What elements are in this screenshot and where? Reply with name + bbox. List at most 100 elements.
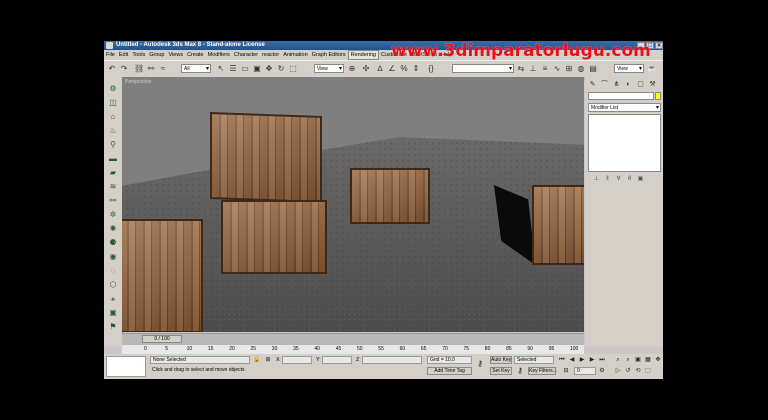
- motion-icon[interactable]: ◐: [623, 80, 634, 89]
- menu-file[interactable]: File: [104, 50, 117, 60]
- undo-icon[interactable]: ↶: [107, 64, 117, 74]
- select-by-name-icon[interactable]: ☰: [228, 64, 238, 74]
- plane-icon[interactable]: ▰: [107, 167, 119, 178]
- menu-reactor[interactable]: reactor: [260, 50, 281, 60]
- rectangle-selection-icon[interactable]: ▭: [240, 64, 250, 74]
- z-coordinate-field[interactable]: [362, 356, 422, 364]
- key-mode-toggle-icon[interactable]: ⊟: [562, 367, 570, 375]
- add-time-tag-button[interactable]: Add Time Tag: [427, 367, 472, 375]
- pivot-center-icon[interactable]: ⊕: [347, 64, 357, 74]
- close-button[interactable]: ×: [655, 42, 663, 49]
- crate-foreground[interactable]: [122, 219, 203, 332]
- mirror-icon[interactable]: ⇆: [516, 64, 526, 74]
- soft-body-icon[interactable]: ♨: [107, 125, 119, 136]
- reactor-icon[interactable]: ⚙: [107, 83, 119, 94]
- key-filters-button[interactable]: Key Filters...: [528, 367, 557, 375]
- select-object-icon[interactable]: ↖: [216, 64, 226, 74]
- constraint-icon[interactable]: ⬡: [107, 279, 119, 290]
- align-icon[interactable]: ⊥: [528, 64, 538, 74]
- maxscript-listener[interactable]: [106, 356, 146, 377]
- curve-editor-icon[interactable]: ∿: [552, 64, 562, 74]
- menu-graph-editors[interactable]: Graph Editors: [310, 50, 348, 60]
- create-icon[interactable]: ✎: [587, 80, 598, 89]
- unlink-icon[interactable]: ⚯: [146, 64, 156, 74]
- render-view-dropdown[interactable]: View: [614, 64, 644, 74]
- menu-group[interactable]: Group: [147, 50, 166, 60]
- cloth-icon[interactable]: ⌂: [107, 111, 119, 122]
- hierarchy-icon[interactable]: ⋔: [611, 80, 622, 89]
- perspective-viewport[interactable]: Perspective: [122, 77, 584, 332]
- redo-icon[interactable]: ↷: [119, 64, 129, 74]
- reference-coordinate-dropdown[interactable]: View: [314, 64, 344, 74]
- window-crossing-icon[interactable]: ▣: [252, 64, 262, 74]
- schematic-view-icon[interactable]: ⊞: [564, 64, 574, 74]
- orbit-subobject-icon[interactable]: ⟲: [634, 367, 642, 375]
- zoom-icon[interactable]: ⌕: [614, 356, 622, 364]
- time-slider[interactable]: 0 / 100: [122, 333, 584, 345]
- previous-frame-icon[interactable]: ◀: [568, 356, 576, 364]
- snap-toggle-icon[interactable]: ∆: [375, 64, 385, 74]
- wind-icon[interactable]: ✺: [107, 223, 119, 234]
- water-icon[interactable]: ◌: [107, 265, 119, 276]
- key-mode-icon[interactable]: ⚷: [476, 360, 484, 368]
- preview-animation-icon[interactable]: ▣: [107, 307, 119, 318]
- display-icon[interactable]: ▢: [635, 80, 646, 89]
- zoom-extents-icon[interactable]: ▣: [634, 356, 642, 364]
- select-and-scale-icon[interactable]: ⬚: [288, 64, 298, 74]
- menu-edit[interactable]: Edit: [117, 50, 130, 60]
- crate-top-left[interactable]: [210, 112, 322, 203]
- angle-snap-icon[interactable]: ∠: [387, 64, 397, 74]
- rope-icon[interactable]: ⚲: [107, 139, 119, 150]
- arc-rotate-icon[interactable]: ↺: [624, 367, 632, 375]
- configure-sets-icon[interactable]: ▣: [635, 175, 646, 183]
- pan-icon[interactable]: ✥: [654, 356, 662, 364]
- selection-filter-dropdown[interactable]: All: [181, 64, 211, 74]
- x-coordinate-field[interactable]: [282, 356, 312, 364]
- make-unique-icon[interactable]: ∀: [613, 175, 624, 183]
- motor-icon[interactable]: ✲: [107, 209, 119, 220]
- pin-stack-icon[interactable]: ⊥: [591, 175, 602, 183]
- toy-car-icon[interactable]: ⚈: [107, 237, 119, 248]
- y-coordinate-field[interactable]: [322, 356, 352, 364]
- analyze-icon[interactable]: ⚑: [107, 321, 119, 332]
- object-color-swatch[interactable]: [655, 92, 661, 100]
- rigid-body-icon[interactable]: ◫: [107, 97, 119, 108]
- current-frame-field[interactable]: 0: [574, 367, 596, 375]
- select-and-rotate-icon[interactable]: ↻: [276, 64, 286, 74]
- modifier-list-dropdown[interactable]: Modifier List: [588, 103, 661, 112]
- render-scene-icon[interactable]: ▤: [588, 64, 598, 74]
- spring-icon[interactable]: ≋: [107, 181, 119, 192]
- menu-modifiers[interactable]: Modifiers: [206, 50, 232, 60]
- zoom-all-icon[interactable]: ⌕: [624, 356, 632, 364]
- select-manipulate-icon[interactable]: ✣: [361, 64, 371, 74]
- bind-space-warp-icon[interactable]: ≈: [158, 64, 168, 74]
- modify-icon[interactable]: ⌒: [599, 80, 610, 89]
- object-name-field[interactable]: [588, 92, 654, 100]
- named-selection-dropdown[interactable]: [452, 64, 514, 74]
- go-to-start-icon[interactable]: ⏮: [558, 356, 566, 364]
- time-slider-thumb[interactable]: 0 / 100: [142, 335, 182, 343]
- field-of-view-icon[interactable]: ▷: [614, 367, 622, 375]
- deform-mesh-icon[interactable]: ▬: [107, 153, 119, 164]
- maximize-viewport-icon[interactable]: ⬚: [644, 367, 652, 375]
- fracture-icon[interactable]: ◉: [107, 251, 119, 262]
- hinge-icon[interactable]: ⚹: [107, 293, 119, 304]
- dashpot-icon[interactable]: ⚯: [107, 195, 119, 206]
- link-icon[interactable]: ⛓: [134, 64, 144, 74]
- menu-create[interactable]: Create: [185, 50, 206, 60]
- crate-middle[interactable]: [350, 168, 430, 224]
- layer-manager-icon[interactable]: ≡: [540, 64, 550, 74]
- set-key-button[interactable]: Set Key: [490, 367, 512, 375]
- remove-modifier-icon[interactable]: ð: [624, 175, 635, 183]
- show-end-result-icon[interactable]: ‖: [602, 175, 613, 183]
- auto-key-button[interactable]: Auto Key: [490, 356, 512, 364]
- menu-character[interactable]: Character: [232, 50, 260, 60]
- menu-animation[interactable]: Animation: [281, 50, 309, 60]
- time-configuration-icon[interactable]: ⚙: [598, 367, 606, 375]
- crate-right[interactable]: [532, 185, 584, 265]
- play-icon[interactable]: ▶: [578, 356, 586, 364]
- percent-snap-icon[interactable]: %: [399, 64, 409, 74]
- material-editor-icon[interactable]: ◍: [576, 64, 586, 74]
- zoom-extents-all-icon[interactable]: ▦: [644, 356, 652, 364]
- quick-render-icon[interactable]: ☕: [647, 64, 657, 74]
